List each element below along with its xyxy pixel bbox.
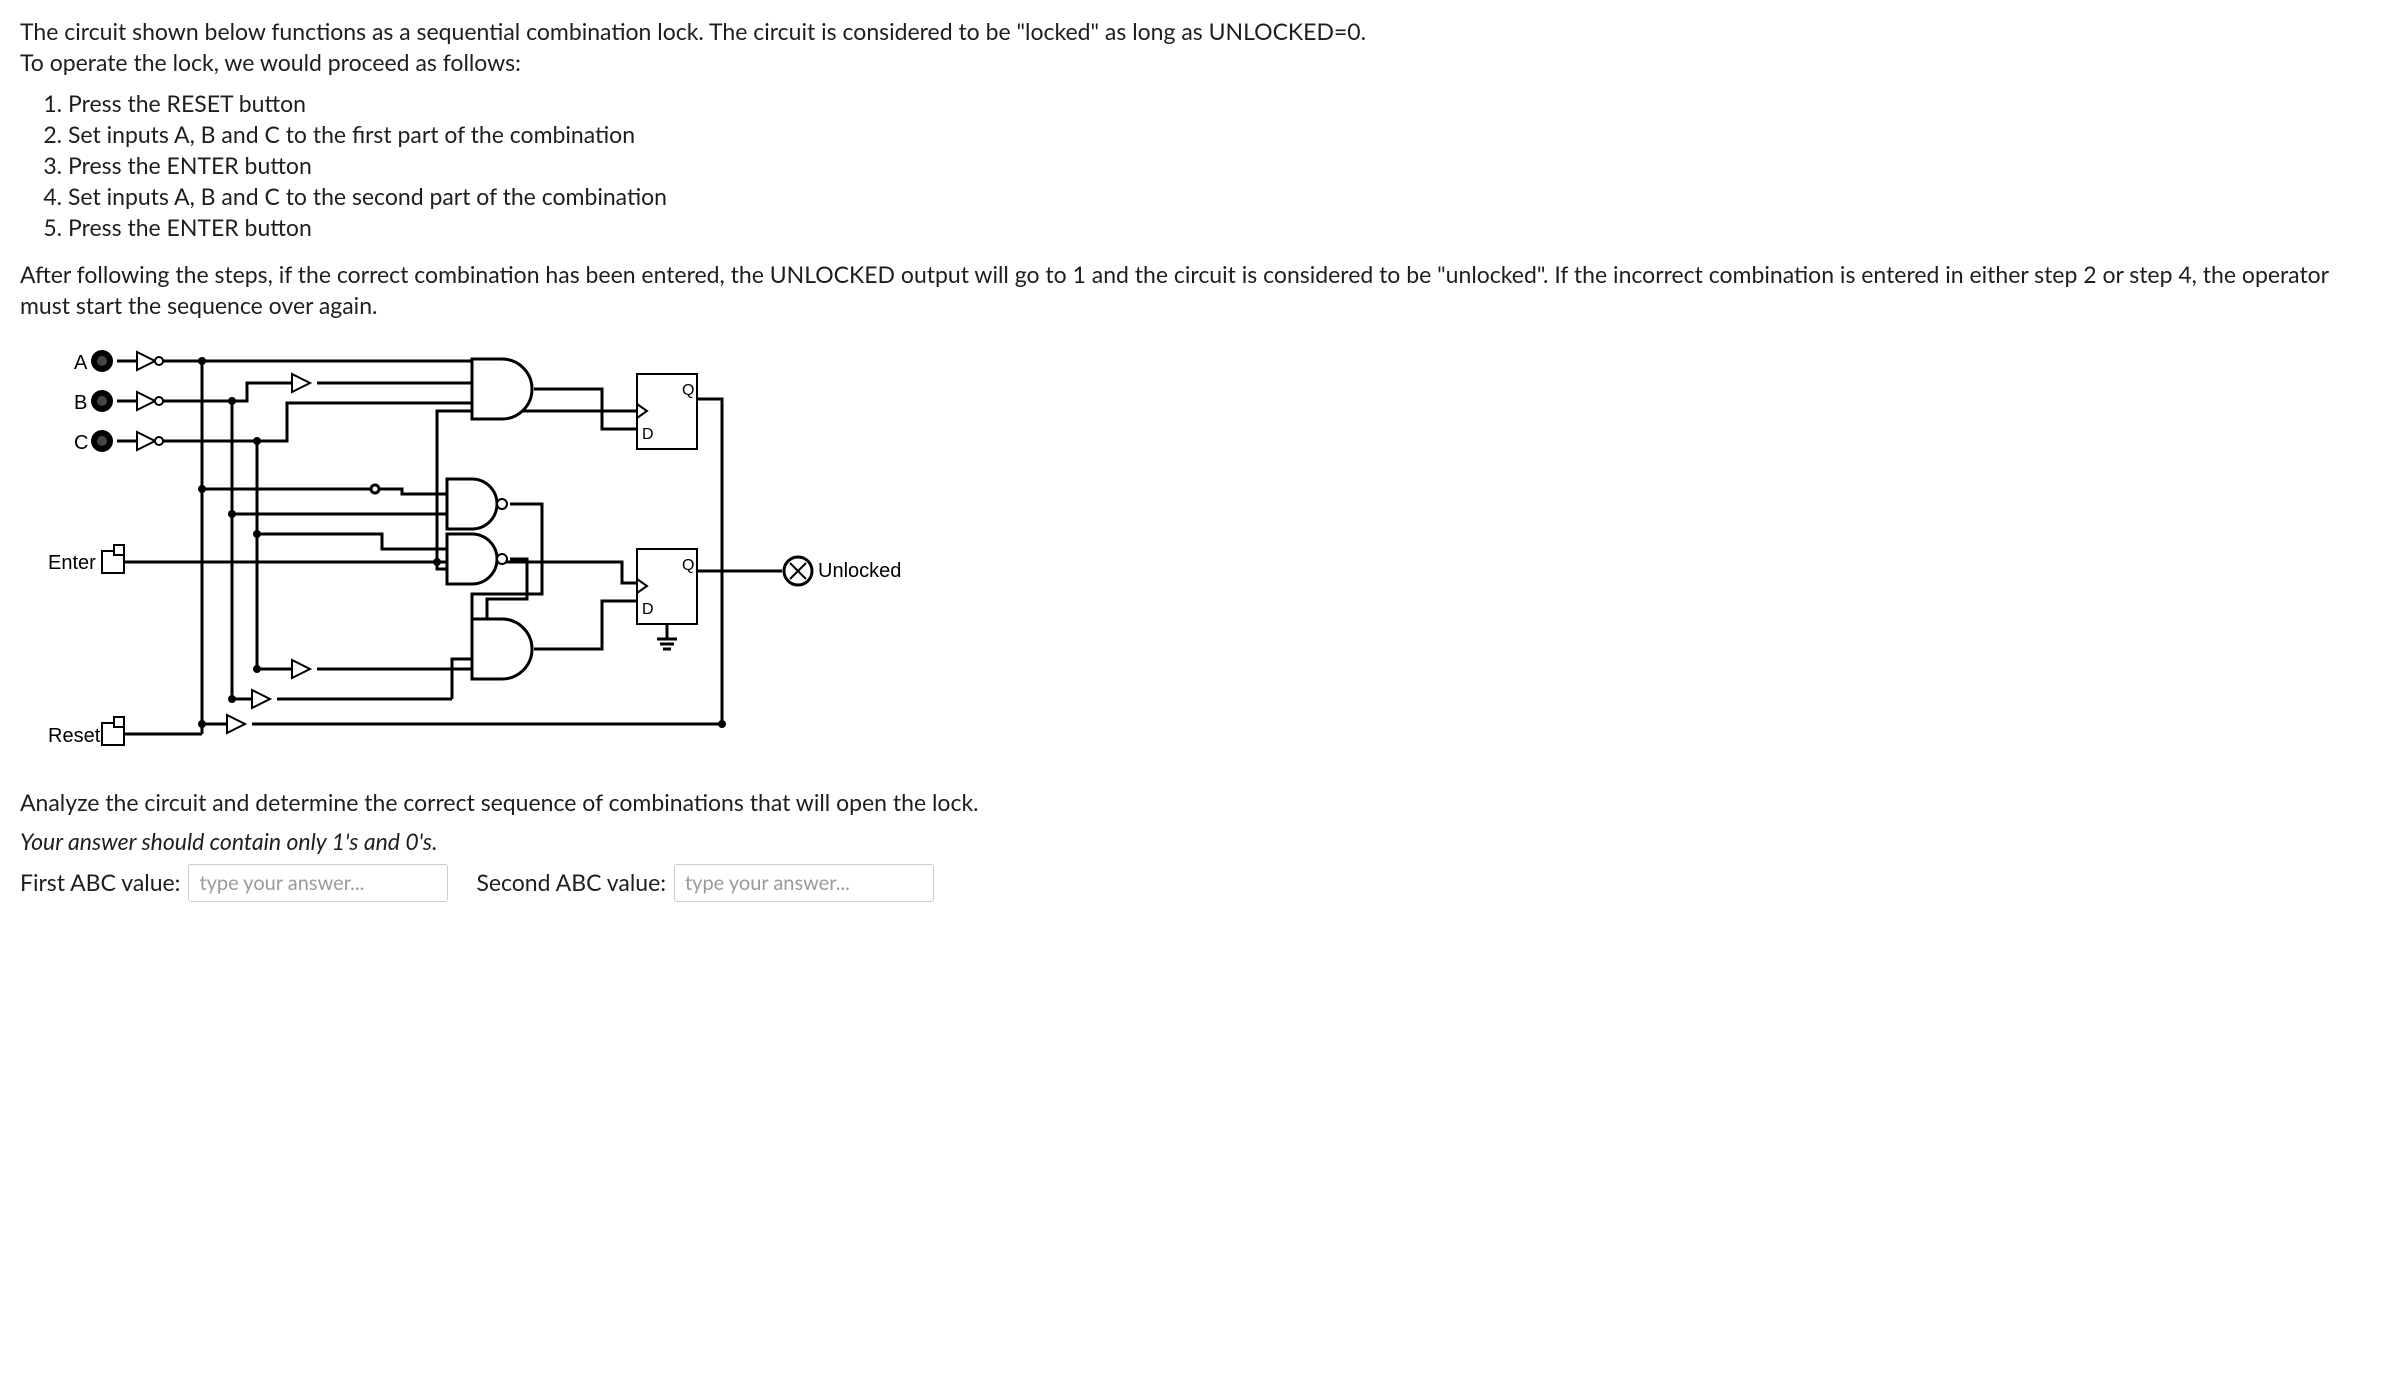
step-item: Press the ENTER button (68, 212, 2374, 243)
first-abc-input[interactable] (188, 864, 448, 902)
step-item: Set inputs A, B and C to the second part… (68, 181, 2374, 212)
steps-list: Press the RESET button Set inputs A, B a… (30, 88, 2374, 243)
second-abc-input[interactable] (674, 864, 934, 902)
ff-q-label: Q (682, 382, 694, 399)
intro-line-2: To operate the lock, we would proceed as… (20, 47, 2374, 78)
buffer-icon (252, 690, 270, 708)
inverter-icon (137, 392, 163, 410)
circuit-svg: A B C Enter Reset Q D Q D Unlocked (42, 339, 942, 759)
enter-button-icon (102, 545, 124, 573)
inverter-icon (137, 352, 163, 370)
output-label: Unlocked (818, 560, 901, 582)
first-abc-group: First ABC value: (20, 864, 448, 902)
circuit-diagram: A B C Enter Reset Q D Q D Unlocked (42, 339, 2374, 759)
reset-label: Reset (48, 725, 101, 747)
step-item: Press the ENTER button (68, 150, 2374, 181)
ff-d-label: D (642, 601, 654, 618)
reset-button-icon (102, 717, 124, 745)
nand-gate-icon (447, 534, 507, 584)
step-item: Set inputs A, B and C to the first part … (68, 119, 2374, 150)
input-a-label: A (74, 352, 88, 374)
nand-gate-icon (447, 479, 507, 529)
first-abc-label: First ABC value: (20, 867, 180, 898)
buffer-icon (292, 374, 310, 392)
answers-row: First ABC value: Second ABC value: (20, 864, 2374, 902)
input-b-label: B (74, 392, 87, 414)
buffer-icon (292, 660, 310, 678)
ff-d-label: D (642, 426, 654, 443)
input-c-label: C (74, 432, 88, 454)
inverter-icon (137, 432, 163, 450)
enter-label: Enter (48, 552, 96, 574)
analyze-prompt: Analyze the circuit and determine the co… (20, 787, 2374, 818)
switch-b-icon (91, 390, 113, 412)
and-gate-icon (472, 619, 532, 679)
after-paragraph: After following the steps, if the correc… (20, 259, 2374, 321)
output-lamp-icon (784, 557, 812, 585)
switch-a-icon (91, 350, 113, 372)
step-item: Press the RESET button (68, 88, 2374, 119)
intro-block: The circuit shown below functions as a s… (20, 16, 2374, 78)
intro-line-1: The circuit shown below functions as a s… (20, 16, 2374, 47)
switch-c-icon (91, 430, 113, 452)
second-abc-group: Second ABC value: (476, 864, 934, 902)
answer-hint: Your answer should contain only 1's and … (20, 826, 2374, 857)
and-gate-icon (472, 359, 532, 419)
second-abc-label: Second ABC value: (476, 867, 666, 898)
buffer-icon (227, 715, 245, 733)
ff-q-label: Q (682, 557, 694, 574)
